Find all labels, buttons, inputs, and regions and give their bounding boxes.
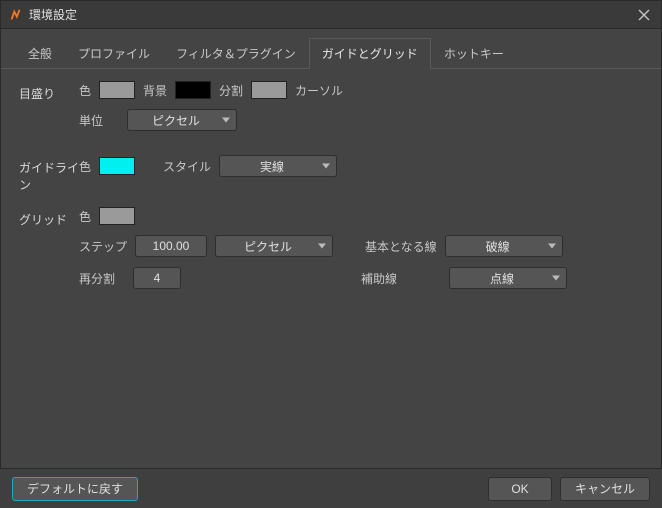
guideline-color-label: 色 xyxy=(79,158,91,175)
section-ruler: 目盛り 色 背景 分割 カーソル 単位 ピクセル xyxy=(19,81,643,141)
close-icon[interactable] xyxy=(635,6,653,24)
grid-step-input[interactable]: 100.00 xyxy=(135,235,207,257)
grid-color-swatch[interactable] xyxy=(99,207,135,225)
guideline-style-value: 実線 xyxy=(260,158,284,175)
grid-aux-label: 補助線 xyxy=(361,270,397,287)
ruler-unit-select[interactable]: ピクセル xyxy=(127,109,237,131)
grid-base-label: 基本となる線 xyxy=(365,238,437,255)
guideline-style-label: スタイル xyxy=(163,158,211,175)
chevron-down-icon xyxy=(548,244,556,249)
section-label-ruler: 目盛り xyxy=(19,81,79,102)
grid-step-value: 100.00 xyxy=(153,239,190,253)
ruler-division-swatch[interactable] xyxy=(251,81,287,99)
section-label-grid: グリッド xyxy=(19,207,79,228)
ruler-color-swatch[interactable] xyxy=(99,81,135,99)
grid-step-unit-select[interactable]: ピクセル xyxy=(215,235,333,257)
tab-general[interactable]: 全般 xyxy=(15,38,65,69)
section-grid: グリッド 色 ステップ 100.00 ピクセル 基本となる線 破線 xyxy=(19,207,643,299)
cancel-button[interactable]: キャンセル xyxy=(560,477,650,501)
chevron-down-icon xyxy=(318,244,326,249)
ruler-unit-value: ピクセル xyxy=(152,112,200,129)
ok-button[interactable]: OK xyxy=(488,477,552,501)
grid-resub-label: 再分割 xyxy=(79,270,115,287)
tab-guides-grid[interactable]: ガイドとグリッド xyxy=(309,38,431,69)
chevron-down-icon xyxy=(222,118,230,123)
grid-resub-value: 4 xyxy=(154,271,161,285)
chevron-down-icon xyxy=(322,164,330,169)
grid-base-value: 破線 xyxy=(486,238,510,255)
tab-hotkeys[interactable]: ホットキー xyxy=(431,38,517,69)
ruler-bg-label: 背景 xyxy=(143,82,167,99)
guideline-color-swatch[interactable] xyxy=(99,157,135,175)
tab-filters[interactable]: フィルタ＆プラグイン xyxy=(163,38,309,69)
grid-resub-input[interactable]: 4 xyxy=(133,267,181,289)
chevron-down-icon xyxy=(552,276,560,281)
grid-aux-value: 点線 xyxy=(490,270,514,287)
tab-profile[interactable]: プロファイル xyxy=(65,38,163,69)
window-title: 環境設定 xyxy=(29,6,635,23)
grid-aux-select[interactable]: 点線 xyxy=(449,267,567,289)
section-guideline: ガイドライン 色 スタイル 実線 xyxy=(19,155,643,193)
grid-step-label: ステップ xyxy=(79,238,127,255)
ruler-unit-label: 単位 xyxy=(79,112,103,129)
grid-color-label: 色 xyxy=(79,208,91,225)
ruler-color-label: 色 xyxy=(79,82,91,99)
tab-bar: 全般 プロファイル フィルタ＆プラグイン ガイドとグリッド ホットキー xyxy=(1,29,661,69)
dialog-footer: デフォルトに戻す OK キャンセル xyxy=(0,468,662,508)
settings-body: 目盛り 色 背景 分割 カーソル 単位 ピクセル ガイドライン xyxy=(1,69,661,481)
ruler-division-label: 分割 xyxy=(219,82,243,99)
ruler-cursor-label: カーソル xyxy=(295,82,343,99)
ruler-bg-swatch[interactable] xyxy=(175,81,211,99)
grid-base-select[interactable]: 破線 xyxy=(445,235,563,257)
reset-defaults-button[interactable]: デフォルトに戻す xyxy=(12,477,138,501)
title-bar: 環境設定 xyxy=(1,1,661,29)
grid-step-unit-value: ピクセル xyxy=(244,238,292,255)
app-icon xyxy=(9,8,23,22)
section-label-guideline: ガイドライン xyxy=(19,155,79,193)
guideline-style-select[interactable]: 実線 xyxy=(219,155,337,177)
